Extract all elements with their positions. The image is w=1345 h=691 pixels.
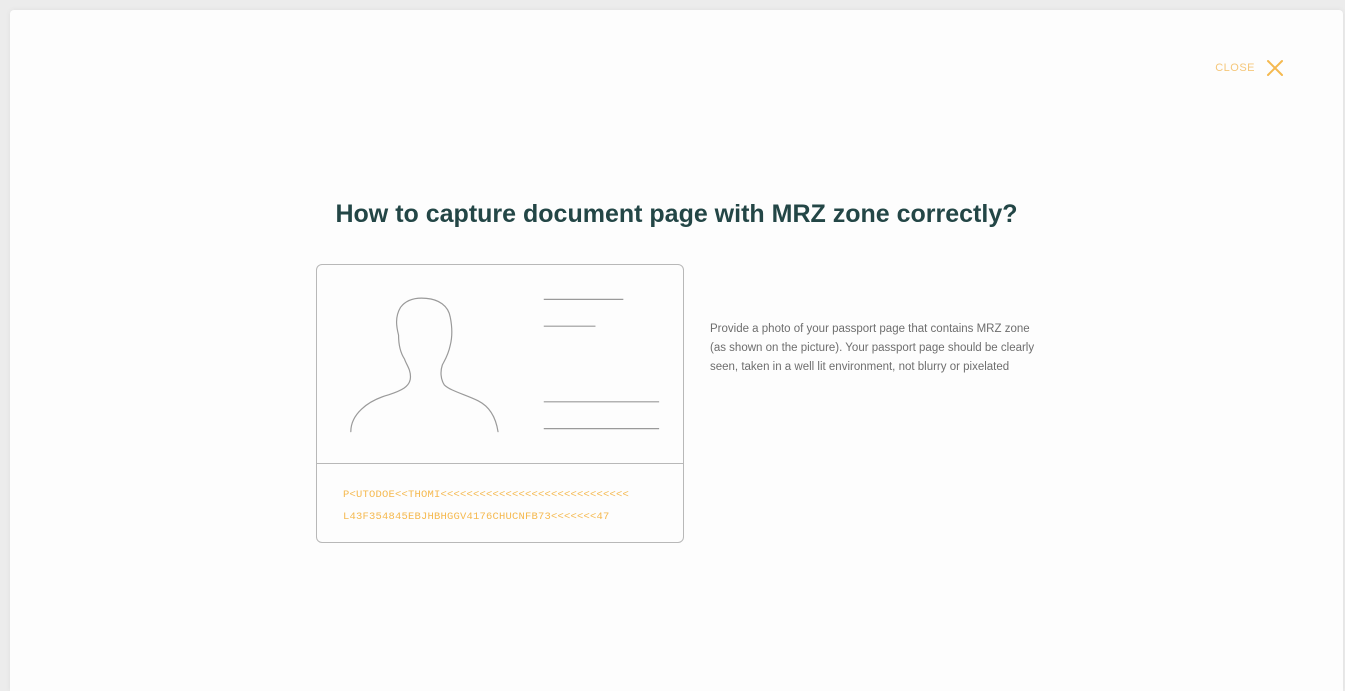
passport-document-illustration: P<UTODOE<<THOMI<<<<<<<<<<<<<<<<<<<<<<<<<… (316, 264, 684, 543)
text-placeholder-lines (543, 298, 660, 430)
page-title: How to capture document page with MRZ zo… (335, 200, 1018, 228)
mrz-line-1: P<UTODOE<<THOMI<<<<<<<<<<<<<<<<<<<<<<<<<… (343, 489, 630, 501)
person-silhouette-icon (350, 297, 499, 433)
mrz-line-2: L43F354845EBJHBHGGV4176CHUCNFB73<<<<<<<4… (343, 511, 610, 523)
mrz-zone: P<UTODOE<<THOMI<<<<<<<<<<<<<<<<<<<<<<<<<… (317, 463, 683, 542)
instructions-modal: CLOSE How to capture document page with … (10, 10, 1343, 691)
passport-document-icon (350, 297, 660, 433)
close-icon[interactable] (1265, 58, 1285, 78)
close-label: CLOSE (1215, 62, 1255, 74)
instruction-description: Provide a photo of your passport page th… (710, 323, 1035, 373)
close-button[interactable]: CLOSE (1215, 58, 1285, 78)
